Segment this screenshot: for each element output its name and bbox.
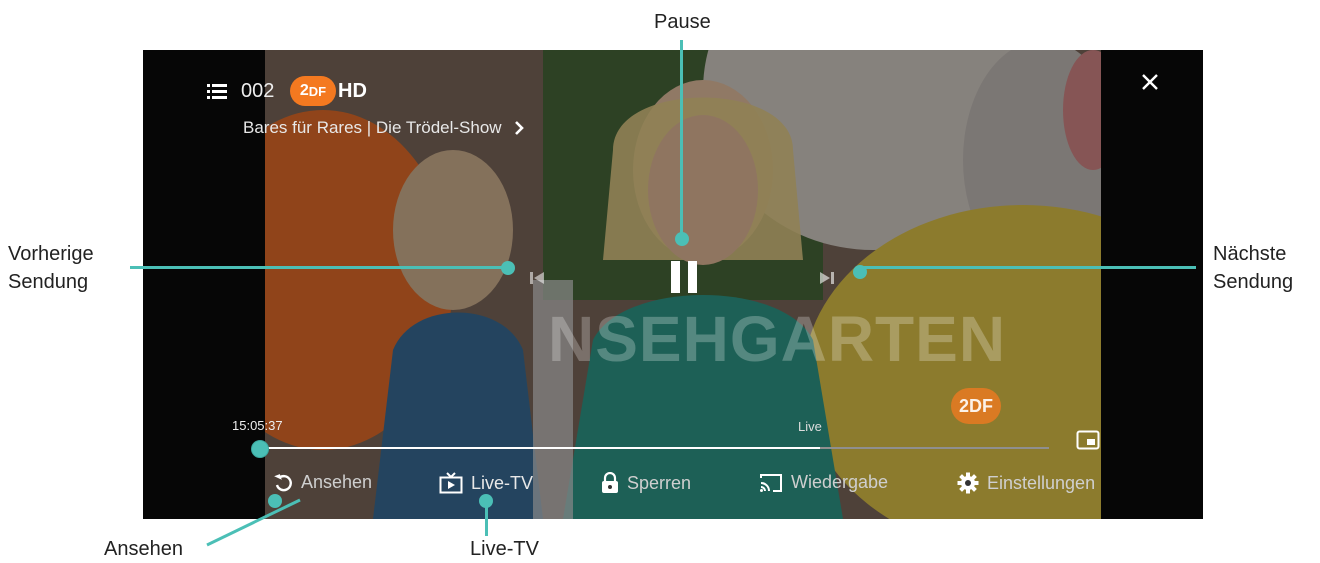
einstellungen-button[interactable]: Einstellungen xyxy=(957,472,1095,494)
previous-callout-dot xyxy=(501,261,515,275)
channel-list-button[interactable] xyxy=(207,83,227,99)
program-title: Bares für Rares | Die Trödel-Show xyxy=(243,118,502,137)
annotation-previous-line2: Sendung xyxy=(8,271,89,293)
pause-button[interactable] xyxy=(669,260,699,294)
ansehen-callout-line xyxy=(206,498,301,547)
annotation-ansehen: Ansehen xyxy=(104,538,183,560)
annotation-live-tv: Live-TV xyxy=(470,538,539,560)
lock-icon xyxy=(602,472,618,493)
close-button[interactable] xyxy=(1140,72,1160,92)
previous-program-button[interactable] xyxy=(527,268,547,288)
ansehen-callout-dot xyxy=(268,494,282,508)
close-icon xyxy=(1142,74,1158,90)
previous-callout-line xyxy=(130,266,508,269)
cast-icon xyxy=(760,473,782,492)
tv-icon xyxy=(439,472,463,494)
annotation-previous: Vorherige Sendung xyxy=(8,240,94,296)
annotation-pause: Pause xyxy=(654,11,711,33)
chevron-right-icon xyxy=(514,121,524,135)
gear-icon xyxy=(957,472,979,494)
channel-logo: 2 DF HD xyxy=(290,76,367,106)
annotation-next-line2: Sendung xyxy=(1213,271,1294,293)
logo-2: 2 xyxy=(299,82,309,99)
annotation-next: Nächste Sendung xyxy=(1213,240,1293,296)
progress-knob[interactable] xyxy=(251,440,269,458)
next-callout-line xyxy=(860,266,1196,269)
annotation-previous-line1: Vorherige xyxy=(8,243,94,265)
einstellungen-label: Einstellungen xyxy=(987,472,1096,493)
current-time: 15:05:37 xyxy=(232,418,283,433)
zdf-watermark: 2DF xyxy=(951,388,1001,424)
sperren-label: Sperren xyxy=(627,472,692,493)
background-sign-text: NSEHGARTEN xyxy=(548,303,1007,375)
live-tv-label: Live-TV xyxy=(471,472,534,493)
next-callout-dot xyxy=(853,265,867,279)
live-label: Live xyxy=(798,419,822,434)
picture-in-picture-icon xyxy=(1076,430,1100,450)
pause-icon xyxy=(671,261,697,293)
wiedergabe-label: Wiedergabe xyxy=(791,472,889,492)
sperren-button[interactable]: Sperren xyxy=(601,472,691,494)
logo-df: DF xyxy=(308,83,327,99)
channel-number: 002 xyxy=(241,80,275,102)
annotation-next-line1: Nächste xyxy=(1213,243,1287,265)
live-tv-callout-line xyxy=(485,500,488,536)
logo-hd: HD xyxy=(338,79,367,102)
list-icon xyxy=(207,84,227,99)
skip-previous-icon xyxy=(530,272,544,284)
skip-next-icon xyxy=(820,272,834,284)
next-program-button[interactable] xyxy=(817,268,837,288)
picture-in-picture-button[interactable] xyxy=(1076,430,1100,450)
live-tv-button[interactable]: Live-TV xyxy=(439,472,533,494)
pause-callout-dot xyxy=(675,232,689,246)
ansehen-label: Ansehen xyxy=(301,472,373,492)
progress-track[interactable] xyxy=(251,440,1049,458)
wiedergabe-button[interactable]: Wiedergabe xyxy=(759,472,888,493)
progress-fill xyxy=(259,447,820,449)
program-title-link[interactable]: Bares für Rares | Die Trödel-Show xyxy=(243,118,524,138)
pause-callout-line xyxy=(680,40,683,238)
zdf-watermark-text: 2DF xyxy=(958,396,993,416)
video-player[interactable]: NSEHGARTEN 2DF 002 2 DF HD Bares für Rare… xyxy=(143,50,1203,519)
